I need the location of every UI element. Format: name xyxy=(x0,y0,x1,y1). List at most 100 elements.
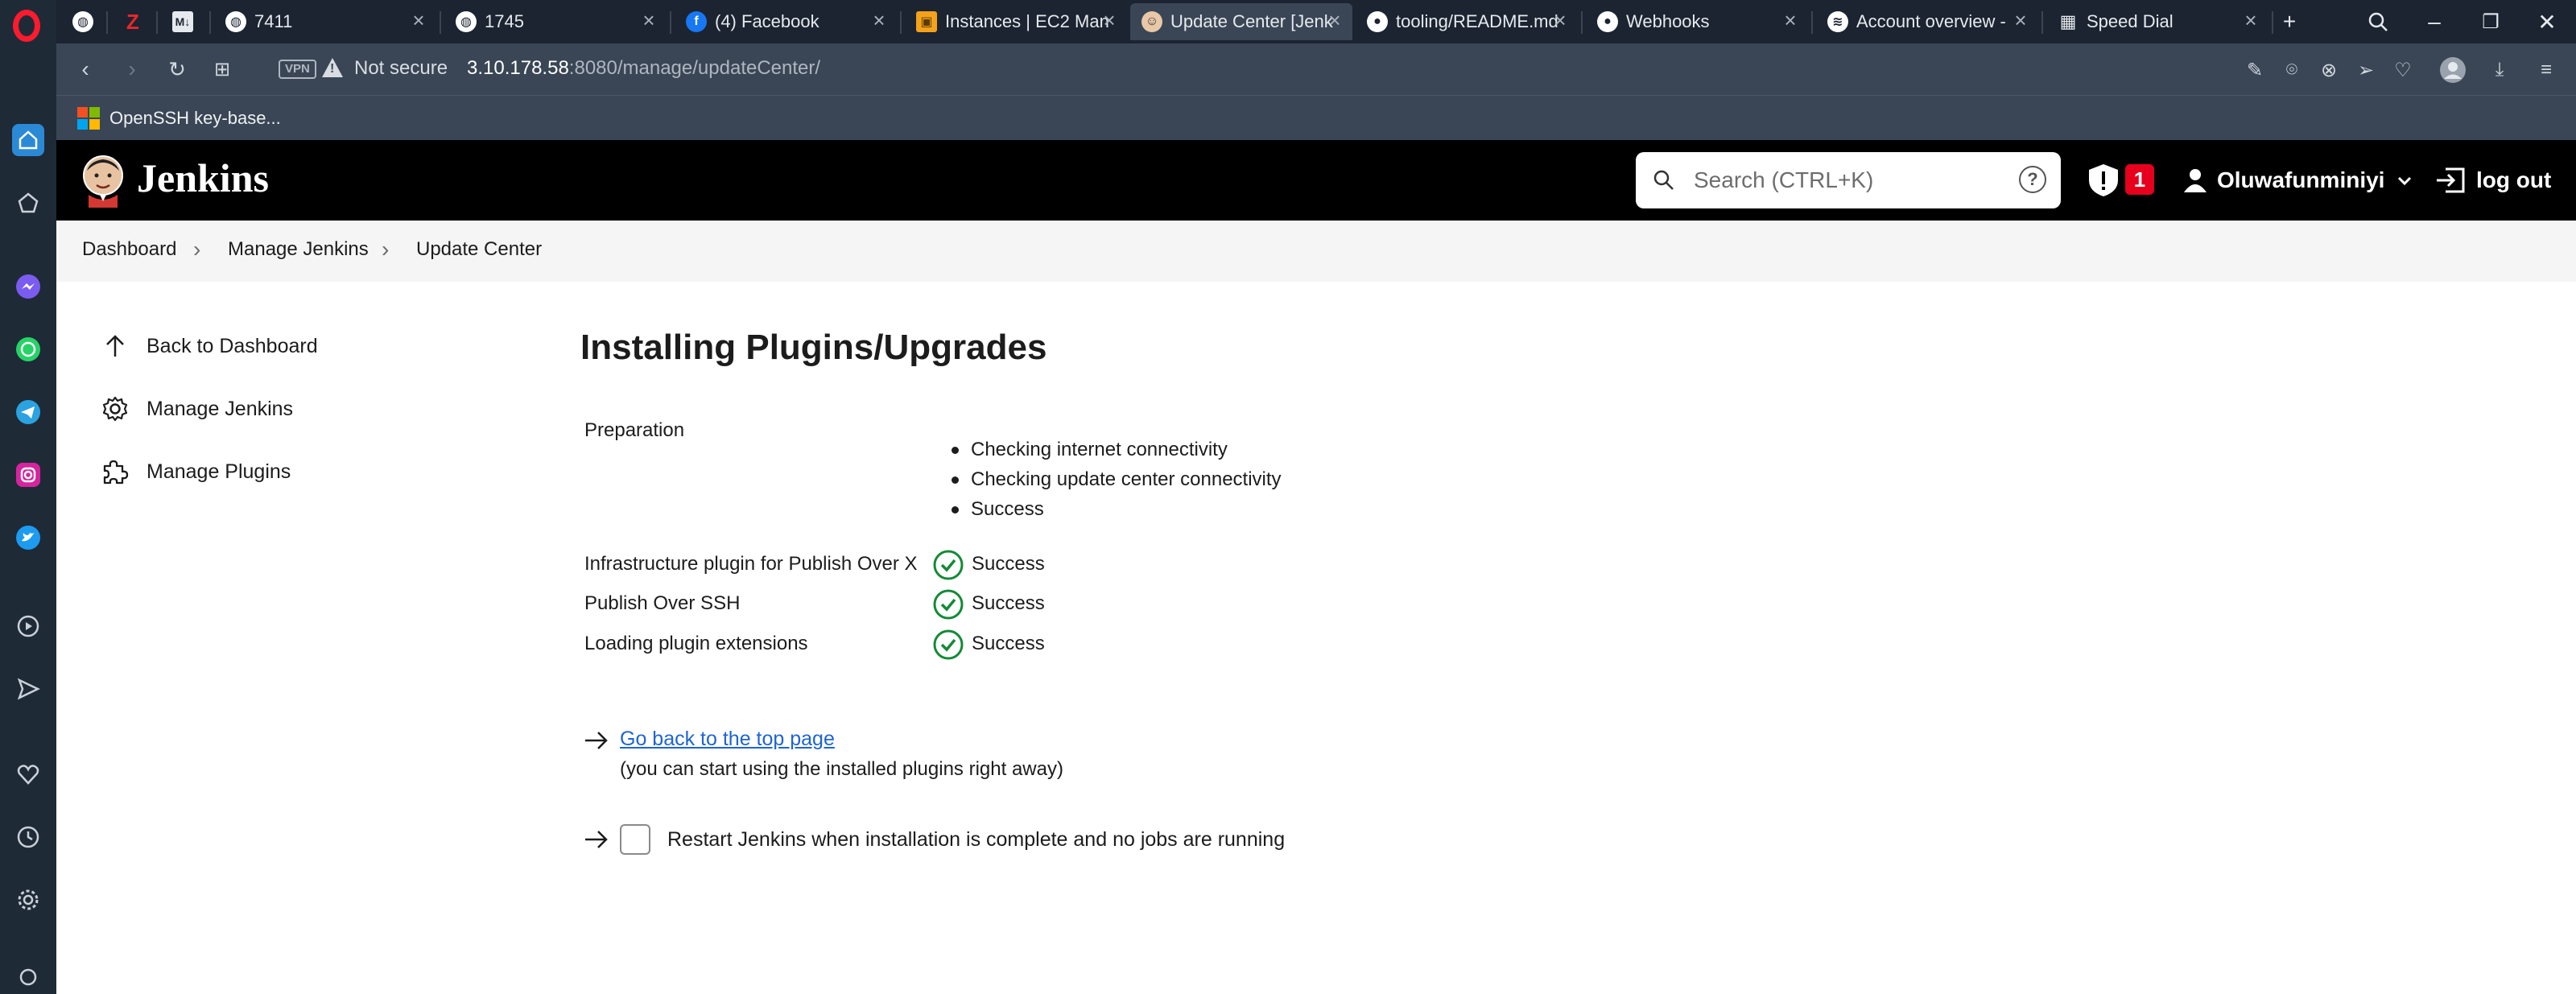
twitter-icon[interactable] xyxy=(12,522,44,554)
go-back-to-top-link[interactable]: Go back to the top page xyxy=(620,728,835,751)
alert-count-badge[interactable]: 1 xyxy=(2125,164,2154,195)
tab-facebook[interactable]: f (4) Facebook × xyxy=(675,3,897,40)
tab-1745[interactable]: ◍ 1745 × xyxy=(444,3,667,40)
url-host: 3.10.178.58 xyxy=(467,57,569,79)
snapshot-icon[interactable]: ⌾ xyxy=(2278,56,2306,84)
tab-readme[interactable]: ● tooling/README.md × xyxy=(1356,3,1578,40)
heart-icon[interactable] xyxy=(12,758,44,790)
bookmark-openssh[interactable]: OpenSSH key-base... xyxy=(77,105,281,131)
z-icon: Z xyxy=(122,10,143,34)
sidebar-item-back-to-dashboard[interactable]: Back to Dashboard xyxy=(101,326,318,366)
tab-title: 7411 xyxy=(254,11,293,31)
tab-m[interactable]: M↓ xyxy=(161,3,206,40)
tab-speed-dial[interactable]: ▦ Speed Dial × xyxy=(2046,3,2268,40)
security-status[interactable]: Not secure xyxy=(354,57,448,80)
telegram-icon[interactable] xyxy=(12,396,44,428)
tab-update-center[interactable]: ☺ Update Center [Jenk × xyxy=(1130,3,1352,40)
reload-icon[interactable]: ↻ xyxy=(161,53,193,85)
history-icon[interactable] xyxy=(12,821,44,853)
breadcrumb-dashboard[interactable]: Dashboard xyxy=(82,238,176,261)
chevron-right-icon: › xyxy=(382,237,390,262)
profile-avatar-icon[interactable] xyxy=(2439,56,2467,84)
adblock-icon[interactable]: ⊗ xyxy=(2315,56,2343,84)
search-box[interactable]: Search (CTRL+K) ? xyxy=(1636,152,2061,208)
close-icon[interactable]: × xyxy=(1781,10,1800,31)
help-icon[interactable]: ? xyxy=(2019,166,2046,193)
settings-gear-icon[interactable] xyxy=(12,884,44,916)
tab-grid-icon[interactable]: ⊞ xyxy=(206,53,238,85)
workspace-icon[interactable] xyxy=(12,187,44,219)
restart-checkbox[interactable] xyxy=(620,824,650,855)
sidebar-item-label: Back to Dashboard xyxy=(147,334,318,357)
restore-icon[interactable]: ❐ xyxy=(2467,0,2515,43)
job-name: Loading plugin extensions xyxy=(584,633,808,654)
close-icon[interactable]: × xyxy=(2011,10,2030,31)
url-field[interactable]: 3.10.178.58:8080/manage/updateCenter/ xyxy=(467,57,820,80)
microsoft-logo-icon xyxy=(77,107,100,130)
opera-sidebar xyxy=(0,0,56,994)
close-icon[interactable]: × xyxy=(409,10,428,31)
close-icon[interactable]: × xyxy=(2241,10,2260,31)
preparation-step: Checking update center connectivity xyxy=(952,468,1282,490)
tab-search-icon[interactable] xyxy=(2354,0,2402,43)
back-icon[interactable]: ‹ xyxy=(69,53,101,85)
send-icon[interactable] xyxy=(12,673,44,705)
tab-globe-1[interactable]: ◍ xyxy=(61,3,103,40)
window-close-icon[interactable]: ✕ xyxy=(2523,0,2571,43)
chevron-down-icon[interactable] xyxy=(2396,171,2413,189)
globe-icon: ◍ xyxy=(456,11,477,32)
jenkins-logo-icon[interactable] xyxy=(80,153,126,208)
vpn-badge[interactable]: VPN xyxy=(279,60,316,79)
url-path: :8080/manage/updateCenter/ xyxy=(568,57,821,79)
menu-icon[interactable]: ≡ xyxy=(2533,56,2560,84)
search-icon xyxy=(1653,170,1674,190)
close-icon[interactable]: × xyxy=(869,10,889,31)
sidebar-item-manage-jenkins[interactable]: Manage Jenkins xyxy=(101,389,293,429)
aws-icon: ▣ xyxy=(916,11,937,32)
close-icon[interactable]: × xyxy=(1550,10,1570,31)
breadcrumb-manage-jenkins[interactable]: Manage Jenkins xyxy=(228,238,369,261)
facebook-icon: f xyxy=(686,11,707,32)
tab-divider xyxy=(156,11,158,34)
tab-title: Update Center [Jenk xyxy=(1170,11,1333,31)
logout-icon xyxy=(2437,167,2465,193)
tab-spotify[interactable]: ≋ Account overview - × xyxy=(1816,3,2038,40)
close-icon[interactable]: × xyxy=(1325,10,1344,31)
close-icon[interactable]: × xyxy=(1100,10,1119,31)
username: Oluwafunminiyi xyxy=(2217,167,2385,192)
github-icon: ● xyxy=(1367,11,1388,32)
workspace-home-icon[interactable] xyxy=(12,124,44,156)
job-status: Success xyxy=(972,592,1045,614)
location-pin-icon[interactable] xyxy=(12,963,44,994)
forward-icon[interactable]: › xyxy=(116,53,148,85)
security-shield-icon[interactable] xyxy=(2087,163,2120,198)
restart-checkbox-label[interactable]: Restart Jenkins when installation is com… xyxy=(667,828,1285,852)
easy-setup-icon[interactable]: ✎ xyxy=(2241,56,2268,84)
new-tab-icon[interactable]: + xyxy=(2265,0,2314,43)
instagram-icon[interactable] xyxy=(12,459,44,491)
download-icon[interactable]: ⤓ xyxy=(2486,56,2513,84)
success-check-icon xyxy=(933,550,964,580)
opera-logo-icon[interactable] xyxy=(13,10,40,42)
messenger-icon[interactable] xyxy=(12,270,44,303)
tab-webhooks[interactable]: ● Webhooks × xyxy=(1586,3,1808,40)
search-input[interactable]: Search (CTRL+K) xyxy=(1694,167,1873,193)
bookmark-heart-icon[interactable]: ♡ xyxy=(2389,56,2417,84)
tab-z[interactable]: Z xyxy=(111,3,153,40)
user-menu[interactable]: Oluwafunminiyi xyxy=(2182,163,2413,198)
sidebar-item-manage-plugins[interactable]: Manage Plugins xyxy=(101,452,291,492)
logout-link[interactable]: log out xyxy=(2434,163,2551,198)
whatsapp-icon[interactable] xyxy=(12,333,44,365)
tab-7411[interactable]: ◍ 7411 × xyxy=(214,3,436,40)
player-icon[interactable] xyxy=(12,610,44,642)
jenkins-brand[interactable]: Jenkins xyxy=(137,155,269,201)
page-title: Installing Plugins/Upgrades xyxy=(580,328,1047,367)
tab-ec2[interactable]: ▣ Instances | EC2 Man × xyxy=(905,3,1127,40)
logout-label: log out xyxy=(2476,167,2552,192)
breadcrumb-update-center[interactable]: Update Center xyxy=(416,238,542,261)
tab-divider xyxy=(900,11,902,34)
tab-title: (4) Facebook xyxy=(715,11,819,31)
close-icon[interactable]: × xyxy=(639,10,658,31)
flow-icon[interactable]: ➢ xyxy=(2352,56,2380,84)
minimize-icon[interactable]: – xyxy=(2410,0,2458,43)
